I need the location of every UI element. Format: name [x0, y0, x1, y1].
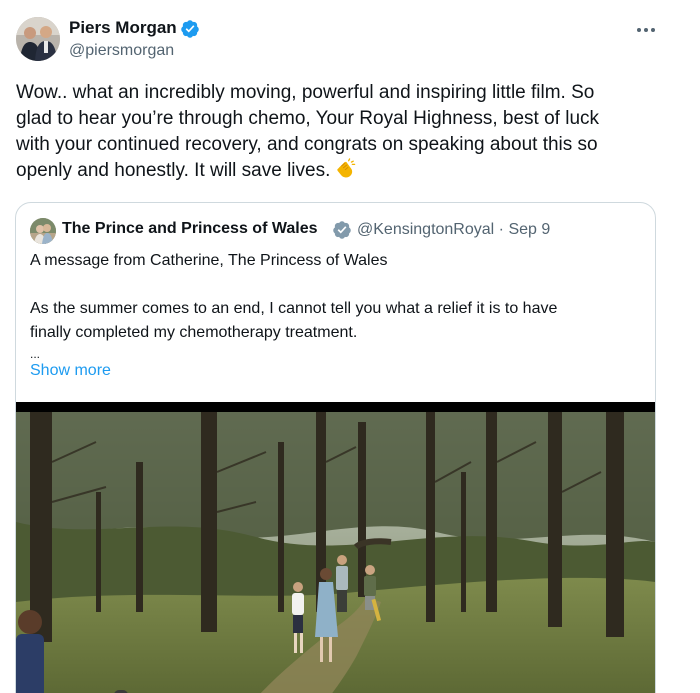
tweet-text-line: with your continued recovery, and congra… [16, 134, 598, 155]
tweet-text-line-last: openly and honestly. It will save lives. [16, 158, 656, 184]
quoted-author-avatar[interactable] [30, 218, 56, 244]
author-name[interactable]: Piers Morgan [69, 18, 177, 38]
quoted-tweet[interactable]: The Prince and Princess of Wales @Kensin… [15, 202, 656, 693]
tweet-text: Wow.. what an incredibly moving, powerfu… [16, 80, 656, 184]
show-more-link[interactable]: Show more [30, 362, 111, 380]
author-handle[interactable]: @piersmorgan [69, 42, 174, 60]
tweet-text-line-content: openly and honestly. It will save lives. [16, 160, 331, 181]
quoted-date[interactable]: Sep 9 [508, 221, 550, 238]
verified-badge-icon [181, 20, 199, 38]
quoted-text-line: As the summer comes to an end, I cannot … [30, 300, 558, 317]
video-media[interactable] [16, 402, 655, 693]
tweet-text-line: Wow.. what an incredibly moving, powerfu… [16, 82, 595, 103]
clapping-hands-icon [337, 158, 356, 178]
quoted-text-line: finally completed my chemotherapy treatm… [30, 324, 358, 341]
government-badge-icon [333, 221, 351, 239]
more-options-icon[interactable] [632, 20, 660, 40]
quoted-text-line: ... [30, 347, 41, 361]
forest-walk-image [16, 402, 655, 693]
quoted-author-name[interactable]: The Prince and Princess of Wales [62, 220, 318, 238]
meta-separator: · [498, 221, 504, 238]
quoted-text-line: A message from Catherine, The Princess o… [30, 252, 388, 269]
quoted-text-line [30, 273, 640, 297]
author-avatar[interactable] [16, 17, 60, 61]
quoted-meta: @KensingtonRoyal · Sep 9 [357, 221, 550, 239]
quoted-author-handle[interactable]: @KensingtonRoyal [357, 221, 494, 238]
tweet: Piers Morgan @piersmorgan Wow.. what an … [0, 0, 700, 693]
tweet-text-line: glad to hear you’re through chemo, Your … [16, 108, 600, 129]
quoted-text: A message from Catherine, The Princess o… [30, 249, 640, 363]
